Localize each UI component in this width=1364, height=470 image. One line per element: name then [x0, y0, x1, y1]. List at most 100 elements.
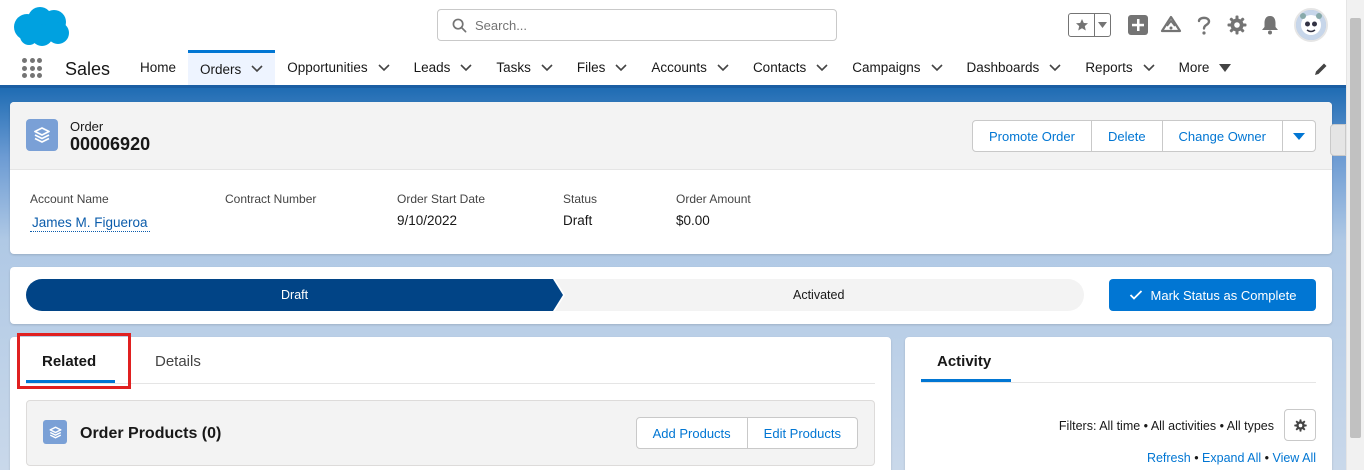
field-label: Contract Number: [225, 192, 317, 206]
chevron-down-icon[interactable]: [1143, 63, 1155, 72]
more-actions-button[interactable]: [1283, 120, 1316, 152]
order-products-icon: [43, 420, 67, 444]
refresh-link[interactable]: Refresh: [1147, 451, 1191, 465]
order-products-related-list: Order Products (0) Add Products Edit Pro…: [26, 400, 875, 466]
nav-item-label: Campaigns: [852, 60, 921, 75]
field-status: Status Draft: [563, 192, 676, 232]
chevron-down-icon[interactable]: [378, 63, 390, 72]
field-value: Draft: [563, 213, 593, 228]
nav-item-label: Tasks: [496, 60, 531, 75]
caret-down-icon: [1293, 133, 1305, 140]
nav-item-label: Contacts: [752, 60, 807, 75]
record-tabs: Related Details: [26, 337, 875, 384]
user-avatar[interactable]: [1294, 8, 1328, 42]
related-card: Related Details Order Products (0) Add P…: [10, 333, 891, 470]
help-icon[interactable]: [1193, 14, 1215, 36]
nav-item-label: Leads: [413, 60, 451, 75]
record-header-top: Order 00006920 Promote Order Delete Chan…: [10, 102, 1332, 170]
status-path: Draft Activated: [26, 279, 1084, 311]
nav-item-reports[interactable]: Reports: [1073, 50, 1166, 85]
chevron-down-icon[interactable]: [251, 65, 263, 73]
notifications-bell-icon[interactable]: [1259, 14, 1281, 36]
promote-order-button[interactable]: Promote Order: [971, 120, 1092, 152]
annotation-highlight-box: [17, 333, 131, 389]
search-input[interactable]: [475, 17, 805, 33]
add-icon[interactable]: [1127, 14, 1149, 36]
chevron-down-icon[interactable]: [816, 63, 828, 72]
nav-item-opportunities[interactable]: Opportunities: [275, 50, 401, 85]
nav-item-orders[interactable]: Orders: [188, 50, 276, 85]
search-icon: [452, 18, 467, 32]
field-label: Order Start Date: [397, 192, 486, 206]
app-name: Sales: [65, 59, 111, 79]
activity-tabs: Activity: [921, 337, 1316, 383]
side-panel-toggle[interactable]: [1330, 124, 1346, 156]
nav-item-label: Home: [140, 60, 177, 75]
path-stage-activated[interactable]: Activated: [793, 288, 844, 302]
field-label: Order Amount: [676, 192, 751, 206]
view-all-link[interactable]: View All: [1272, 451, 1316, 465]
nav-item-more[interactable]: More: [1167, 50, 1244, 85]
change-owner-button[interactable]: Change Owner: [1162, 120, 1283, 152]
add-products-button[interactable]: Add Products: [635, 417, 748, 449]
nav-item-dashboards[interactable]: Dashboards: [955, 50, 1074, 85]
activity-settings-button[interactable]: [1284, 409, 1316, 441]
field-value: $0.00: [676, 213, 710, 228]
nav-item-tasks[interactable]: Tasks: [484, 50, 565, 85]
chevron-down-icon[interactable]: [615, 63, 627, 72]
nav-item-home[interactable]: Home: [128, 50, 188, 85]
field-order-amount: Order Amount $0.00: [676, 192, 796, 232]
path-stage-draft[interactable]: Draft: [281, 288, 308, 302]
nav-items: Home Orders Opportunities Leads Tasks Fi…: [128, 50, 1243, 85]
app-launcher-icon[interactable]: [22, 58, 42, 78]
global-search[interactable]: [437, 9, 837, 41]
nav-item-contacts[interactable]: Contacts: [741, 50, 840, 85]
edit-nav-pencil-icon[interactable]: [1314, 62, 1328, 76]
app-navigation-bar: Sales Home Orders Opportunities Leads Ta…: [0, 50, 1346, 88]
favorites-star-icon[interactable]: [1069, 14, 1095, 36]
order-products-title[interactable]: Order Products (0): [80, 425, 221, 443]
gear-icon: [1293, 418, 1307, 432]
nav-item-campaigns[interactable]: Campaigns: [840, 50, 954, 85]
activity-links: Refresh • Expand All • View All: [1146, 451, 1316, 465]
record-type-label: Order: [70, 119, 104, 134]
tab-activity[interactable]: Activity: [937, 353, 991, 370]
nav-item-accounts[interactable]: Accounts: [639, 50, 741, 85]
field-order-start-date: Order Start Date 9/10/2022: [397, 192, 563, 232]
scrollbar-thumb[interactable]: [1350, 18, 1361, 438]
field-account-name: Account Name James M. Figueroa: [30, 192, 225, 232]
nav-item-label: Files: [576, 60, 606, 75]
nav-item-label: Reports: [1085, 60, 1133, 75]
chevron-down-icon[interactable]: [930, 63, 943, 72]
order-object-icon: [26, 119, 58, 151]
favorites-group[interactable]: [1068, 13, 1111, 37]
setup-gear-icon[interactable]: [1226, 14, 1248, 36]
nav-item-leads[interactable]: Leads: [402, 50, 485, 85]
nav-item-files[interactable]: Files: [565, 50, 640, 85]
trailhead-icon[interactable]: [1160, 14, 1182, 36]
record-header-card: Order 00006920 Promote Order Delete Chan…: [10, 102, 1332, 254]
salesforce-logo-icon[interactable]: [12, 5, 72, 47]
nav-item-label: Opportunities: [287, 60, 368, 75]
delete-button[interactable]: Delete: [1091, 120, 1163, 152]
chevron-down-icon[interactable]: [717, 63, 729, 72]
nav-item-label: Orders: [200, 61, 242, 77]
edit-products-button[interactable]: Edit Products: [747, 417, 858, 449]
check-icon: [1129, 290, 1142, 300]
chevron-down-icon[interactable]: [460, 63, 472, 72]
record-action-buttons: Promote Order Delete Change Owner: [971, 120, 1316, 152]
active-tab-indicator: [921, 379, 1011, 382]
nav-item-label: More: [1178, 60, 1210, 75]
favorites-dropdown-icon[interactable]: [1095, 14, 1110, 36]
caret-down-icon[interactable]: [1219, 63, 1232, 72]
nav-item-label: Accounts: [651, 60, 707, 75]
order-products-actions: Add Products Edit Products: [635, 417, 858, 449]
chevron-down-icon[interactable]: [541, 63, 553, 72]
mark-status-complete-button[interactable]: Mark Status as Complete: [1109, 279, 1316, 311]
expand-all-link[interactable]: Expand All: [1202, 451, 1261, 465]
highlights-panel: Account Name James M. Figueroa Contract …: [30, 192, 796, 232]
chevron-down-icon[interactable]: [1049, 63, 1061, 72]
tab-details[interactable]: Details: [155, 353, 201, 370]
account-name-link[interactable]: James M. Figueroa: [30, 215, 150, 232]
page-scrollbar[interactable]: [1346, 0, 1364, 470]
